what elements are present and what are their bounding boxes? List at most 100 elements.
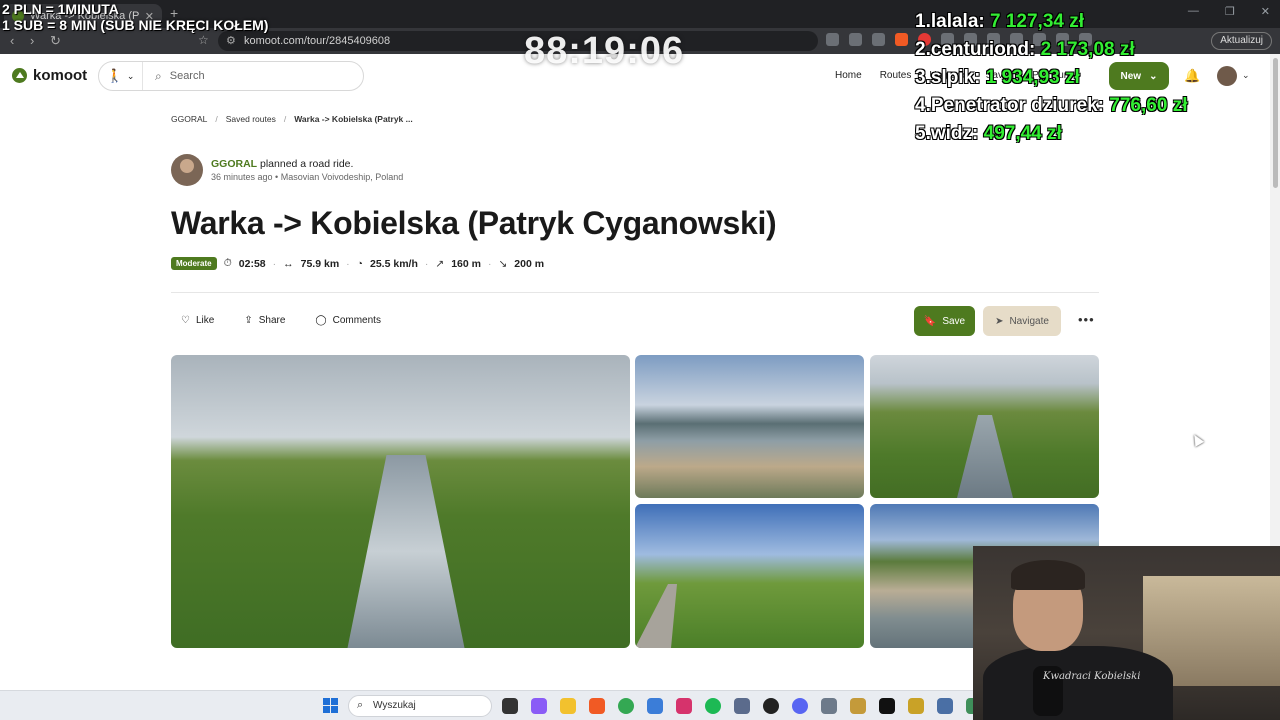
tour-stats: Moderate ⏱ 02:58 · ↔ 75.9 km · ◔ 25.5 km… <box>171 257 544 270</box>
downhill-value: 200 m <box>514 257 545 270</box>
speed-icon: ◔ <box>356 257 363 270</box>
comments-button[interactable]: ◯ Comments <box>315 315 381 326</box>
leaderboard-rank: 2. <box>915 39 931 60</box>
uphill-value: 160 m <box>451 257 481 270</box>
tour-photo[interactable] <box>870 355 1099 498</box>
leaderboard-rank: 1. <box>915 11 931 32</box>
downhill-icon: ↘ <box>498 257 508 270</box>
path-graphic <box>635 584 677 648</box>
brave-browser-icon[interactable] <box>589 698 605 714</box>
tour-photo[interactable] <box>635 355 864 498</box>
leaderboard-name: slpik: <box>930 67 981 88</box>
share-page-icon[interactable] <box>872 33 885 46</box>
sport-selector[interactable]: 🚶 ⌄ <box>99 62 143 90</box>
task-view-icon[interactable] <box>502 698 518 714</box>
hiker-icon: 🚶 <box>106 68 123 83</box>
distance-icon: ↔ <box>283 257 294 270</box>
app-icon[interactable] <box>908 698 924 714</box>
leaderboard-name: widz: <box>930 123 979 144</box>
webcam-person-hair <box>1011 560 1085 590</box>
search-icon: ⌕ <box>357 699 364 711</box>
heart-icon: ♡ <box>181 315 190 326</box>
author-avatar[interactable] <box>171 154 203 186</box>
back-icon[interactable]: ‹ <box>10 33 14 48</box>
like-button[interactable]: ♡ Like <box>181 315 214 326</box>
nav-home[interactable]: Home <box>835 70 862 81</box>
separator: · <box>424 257 429 270</box>
url-text: komoot.com/tour/2845409608 <box>244 35 391 47</box>
stream-timer: 88:19:06 <box>524 30 685 72</box>
translate-icon[interactable] <box>826 33 839 46</box>
url-field[interactable]: ⚙ komoot.com/tour/2845409608 <box>218 31 818 51</box>
logo-text: komoot <box>33 67 88 84</box>
river-graphic <box>957 415 1013 498</box>
brave-shields-icon[interactable] <box>895 33 908 46</box>
user-avatar[interactable] <box>1217 66 1237 86</box>
save-label: Save <box>942 315 966 327</box>
discord-icon[interactable] <box>792 698 808 714</box>
taskbar-search[interactable]: ⌕ Wyszukaj <box>348 695 492 717</box>
bookmark-icon[interactable]: ☆ <box>198 33 209 47</box>
file-explorer-icon[interactable] <box>560 698 576 714</box>
app-icon[interactable] <box>850 698 866 714</box>
chevron-down-icon[interactable]: ⌄ <box>1242 70 1250 81</box>
settings-icon[interactable] <box>937 698 953 714</box>
forward-icon[interactable]: › <box>30 33 34 48</box>
obs-icon[interactable] <box>763 698 779 714</box>
search-icon: ⌕ <box>155 68 162 83</box>
leaderboard-row: 3.slpik: 1 934,93 zł <box>915 64 1187 92</box>
leaderboard-row: 5.widz: 497,44 zł <box>915 120 1187 148</box>
windows-start-icon[interactable] <box>323 698 338 713</box>
search-input[interactable] <box>169 70 340 82</box>
leaderboard-amount: 7 127,34 zł <box>990 11 1085 32</box>
breadcrumb-separator: / <box>215 114 218 124</box>
more-options-icon[interactable]: ••• <box>1078 312 1095 327</box>
separator: · <box>272 257 277 270</box>
breadcrumb-saved-routes[interactable]: Saved routes <box>226 114 276 124</box>
leaderboard-row: 2.centuriond: 2 173,08 zł <box>915 36 1187 64</box>
page-title: Warka -> Kobielska (Patryk Cyganowski) <box>171 205 777 241</box>
reload-icon[interactable]: ↻ <box>50 33 61 49</box>
password-icon[interactable] <box>849 33 862 46</box>
brave-beta-icon[interactable] <box>676 698 692 714</box>
stream-info-overlay: 2 PLN = 1MINUTA 1 SUB = 8 MIN (SUB NIE K… <box>2 1 268 33</box>
taskbar-search-label: Wyszukaj <box>373 700 416 711</box>
spotify-icon[interactable] <box>705 698 721 714</box>
minimize-icon[interactable]: — <box>1188 5 1199 18</box>
calculator-icon[interactable] <box>821 698 837 714</box>
tour-photo-main[interactable] <box>171 355 630 648</box>
leaderboard-amount: 776,60 zł <box>1109 95 1188 116</box>
leaderboard-rank: 3. <box>915 67 931 88</box>
chrome-icon[interactable] <box>618 698 634 714</box>
leaderboard-name: lalala: <box>930 11 985 32</box>
maximize-icon[interactable]: ❐ <box>1225 5 1235 18</box>
navigate-button[interactable]: ➤ Navigate <box>983 306 1061 336</box>
site-info-icon[interactable]: ⚙ <box>226 34 236 47</box>
breadcrumb-current: Warka -> Kobielska (Patryk ... <box>294 114 413 124</box>
webcam-person-shirt <box>983 646 1173 720</box>
notepad-icon[interactable] <box>734 698 750 714</box>
nav-routes[interactable]: Routes <box>880 70 912 81</box>
update-button[interactable]: Aktualizuj <box>1211 32 1272 50</box>
close-window-icon[interactable]: ✕ <box>1261 5 1270 18</box>
scroll-thumb[interactable] <box>1273 58 1278 188</box>
shirt-print: Kwadraci Kobielski <box>1043 671 1141 682</box>
bookmark-icon: 🔖 <box>923 315 937 327</box>
author-name[interactable]: GGORAL <box>211 158 257 170</box>
share-button[interactable]: ⇪ Share <box>244 315 285 326</box>
stream-rate-line: 2 PLN = 1MINUTA <box>2 1 119 17</box>
copilot-icon[interactable] <box>531 698 547 714</box>
komoot-logo[interactable]: komoot <box>12 67 87 84</box>
taskbar-apps <box>502 698 982 714</box>
store-icon[interactable] <box>647 698 663 714</box>
komoot-logo-icon <box>12 68 27 83</box>
share-icon: ⇪ <box>244 315 253 326</box>
social-actions: ♡ Like ⇪ Share ◯ Comments <box>181 315 381 326</box>
save-button[interactable]: 🔖 Save <box>914 306 975 336</box>
tour-photo[interactable] <box>635 504 864 648</box>
navigate-label: Navigate <box>1009 315 1049 327</box>
leaderboard-rank: 5. <box>915 123 931 144</box>
app-icon[interactable] <box>879 698 895 714</box>
stream-sub-line: 1 SUB = 8 MIN (SUB NIE KRĘCI KOŁEM) <box>2 17 269 33</box>
breadcrumb-user[interactable]: GGORAL <box>171 114 207 124</box>
